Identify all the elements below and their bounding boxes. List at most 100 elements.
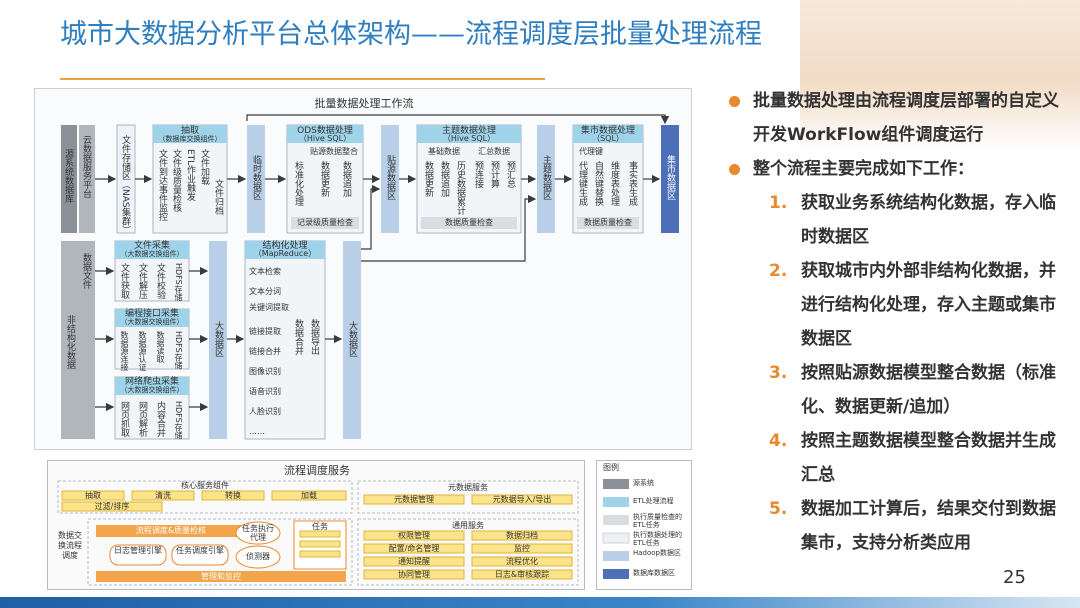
structuring-item: 链接提取 (249, 327, 281, 336)
common-item: 监控 (514, 544, 530, 553)
structuring-item: 文本检索 (249, 267, 281, 276)
exchange-dispatch-label: 数据交换流程调度 (58, 531, 82, 560)
core-item: 清洗 (155, 491, 171, 500)
mart-group: 代理键 (579, 147, 603, 156)
step-text: 数据加工计算后，结果交付到数据集市，支持分析类应用 (801, 499, 1056, 553)
scheduling-services-panel: 流程调度服务 核心服务组件 抽取 清洗 转换 加载 过滤/排序 元数据服务 元数… (47, 460, 585, 590)
title-underline (60, 78, 545, 80)
legend-item: 执行质量检查的ETL任务 (633, 513, 682, 529)
ods-footer: 记录级质量检查 (297, 218, 353, 227)
mart-col: 自然键替换 (593, 161, 603, 206)
file-collect-col: HDFS存储 (174, 263, 183, 301)
page-number: 25 (1003, 567, 1026, 588)
crawler-col: 内容合并 (155, 401, 165, 437)
bullet-dot-icon (729, 164, 740, 175)
structuring-item: 人脸识别 (249, 407, 281, 416)
legend-item: 数据库数据区 (633, 569, 675, 577)
theme-area-label: 主题数据区 (541, 155, 551, 200)
legend-item: ETL处理流程 (633, 497, 674, 505)
footer-bar (0, 597, 1080, 608)
step-text: 获取业务系统结构化数据，存入临时数据区 (801, 193, 1056, 247)
common-item: 流程优化 (506, 557, 538, 566)
legend-item: 源系统 (633, 479, 654, 487)
data-file-label: 数据文件 (81, 253, 91, 289)
crawler-col: 网页解析 (137, 401, 147, 437)
theme-group1: 基础数据 (428, 147, 460, 156)
mart-col: 代理键生成 (577, 161, 587, 206)
extract-col: ETL作业触发 (185, 149, 195, 202)
source-area-label: 贴源数据区 (385, 155, 395, 200)
api-collect-col: HDFS存储 (174, 331, 183, 369)
temp-area-label: 临时数据区 (251, 155, 261, 200)
metadata-service-label: 元数据服务 (448, 483, 488, 492)
ods-subtitle: （Hive SQL） (298, 134, 352, 143)
bullet-dot-icon (729, 96, 740, 107)
core-item: 过滤/排序 (94, 502, 130, 511)
task-label: 任务 (312, 522, 328, 531)
file-collect-col: 文件解压 (137, 263, 147, 299)
task-engine: 任务调度引擎 (176, 546, 224, 555)
theme-col: 历史数据累计 (455, 161, 465, 215)
api-collect-subtitle: （大数据交换组件） (120, 318, 184, 326)
core-components-label: 核心服务组件 (181, 481, 229, 490)
bullet-text: 整个流程主要完成如下工作： (753, 159, 974, 179)
ods-group: 贴源数据整合 (310, 147, 358, 156)
step-number: 5. (769, 499, 788, 519)
big-data-area2-label: 大数据区 (347, 321, 357, 357)
file-collect-col: 文件获取 (119, 263, 129, 299)
extract-col: 文件加载 (199, 149, 209, 185)
file-collect-col: 文件校验 (155, 263, 165, 299)
common-service-label: 通用服务 (452, 521, 484, 530)
theme-subtitle: （Hive SQL） (442, 134, 496, 143)
step-number: 1. (769, 193, 788, 213)
cloud-platform-label: 云数据服务平台 (81, 135, 91, 198)
task-agent: 任务执行代理 (242, 524, 274, 542)
ods-col: 数据更新 (319, 161, 329, 197)
detector: 侦测器 (246, 552, 270, 561)
description-panel: 批量数据处理由流程调度层部署的自定义开发WorkFlow组件调度运行 整个流程主… (727, 84, 1062, 560)
step-text: 按照贴源数据模型整合数据（标准化、数据更新/追加） (801, 363, 1056, 417)
meta-item: 元数据管理 (394, 495, 434, 504)
legend-title: 图例 (603, 463, 619, 472)
log-engine: 日志管理引擎 (114, 546, 162, 555)
structuring-item: 语音识别 (249, 387, 281, 396)
services-title: 流程调度服务 (284, 464, 350, 477)
page-title: 城市大数据分析平台总体架构——流程调度层批量处理流程 (60, 19, 762, 50)
meta-item: 元数据导入/导出 (492, 495, 552, 504)
extract-col: 文件归档 (213, 179, 223, 215)
bullet-text: 批量数据处理由流程调度层部署的自定义开发WorkFlow组件调度运行 (753, 91, 1059, 145)
big-data-area-label: 大数据区 (213, 321, 223, 357)
mart-col: 维度表处理 (609, 161, 619, 206)
theme-col: 数据更新 (423, 161, 433, 197)
step-number: 3. (769, 363, 788, 383)
file-store-label: 文件存储区（NAS集群） (120, 135, 130, 235)
theme-col: 数据追加 (439, 161, 449, 197)
crawler-col: 网页抓取 (119, 401, 129, 437)
legend-item: Hadoop数据区 (633, 549, 682, 557)
step-text: 按照主题数据模型整合数据并生成汇总 (801, 431, 1056, 485)
step-item: 5. 数据加工计算后，结果交付到数据集市，支持分析类应用 (727, 492, 1062, 560)
step-item: 4. 按照主题数据模型整合数据并生成汇总 (727, 424, 1062, 492)
dispatch-quality-bar: 流程调度&质量检核 (135, 526, 207, 535)
api-collect-col: 数据源连接 (120, 331, 129, 371)
structuring-merge: 数据合并 (293, 319, 303, 355)
theme-col: 预连接 (473, 161, 483, 188)
api-collect-col: 数据源认证 (138, 331, 147, 371)
batch-workflow-diagram: 批量数据处理工作流 源系统数据库 云数据服务平台 文件存储区（NAS集群） 抽取… (34, 88, 692, 450)
legend-item: 执行数据处理的ETL任务 (633, 531, 682, 547)
mart-footer: 数据质量检查 (584, 218, 632, 227)
theme-group2: 汇总数据 (478, 147, 510, 156)
theme-footer: 数据质量检查 (445, 218, 493, 227)
theme-col: 预计算 (489, 161, 499, 188)
step-item: 2. 获取城市内外部非结构化数据，并进行结构化处理，存入主题或集市数据区 (727, 254, 1062, 356)
mart-col: 事实表生成 (627, 161, 637, 206)
mart-subtitle: （SQL） (592, 134, 624, 143)
step-text: 获取城市内外部非结构化数据，并进行结构化处理，存入主题或集市数据区 (801, 261, 1056, 349)
unstructured-label: 非结构化数据 (65, 315, 75, 369)
extract-col: 文件级质量检核 (171, 149, 181, 212)
crawler-col: HDFS存储 (174, 401, 183, 439)
diagram-title: 批量数据处理工作流 (314, 97, 414, 110)
manage-monitor-bar: 管理和监控 (201, 572, 241, 581)
ods-col: 数据追加 (341, 161, 351, 197)
step-item: 1. 获取业务系统结构化数据，存入临时数据区 (727, 186, 1062, 254)
